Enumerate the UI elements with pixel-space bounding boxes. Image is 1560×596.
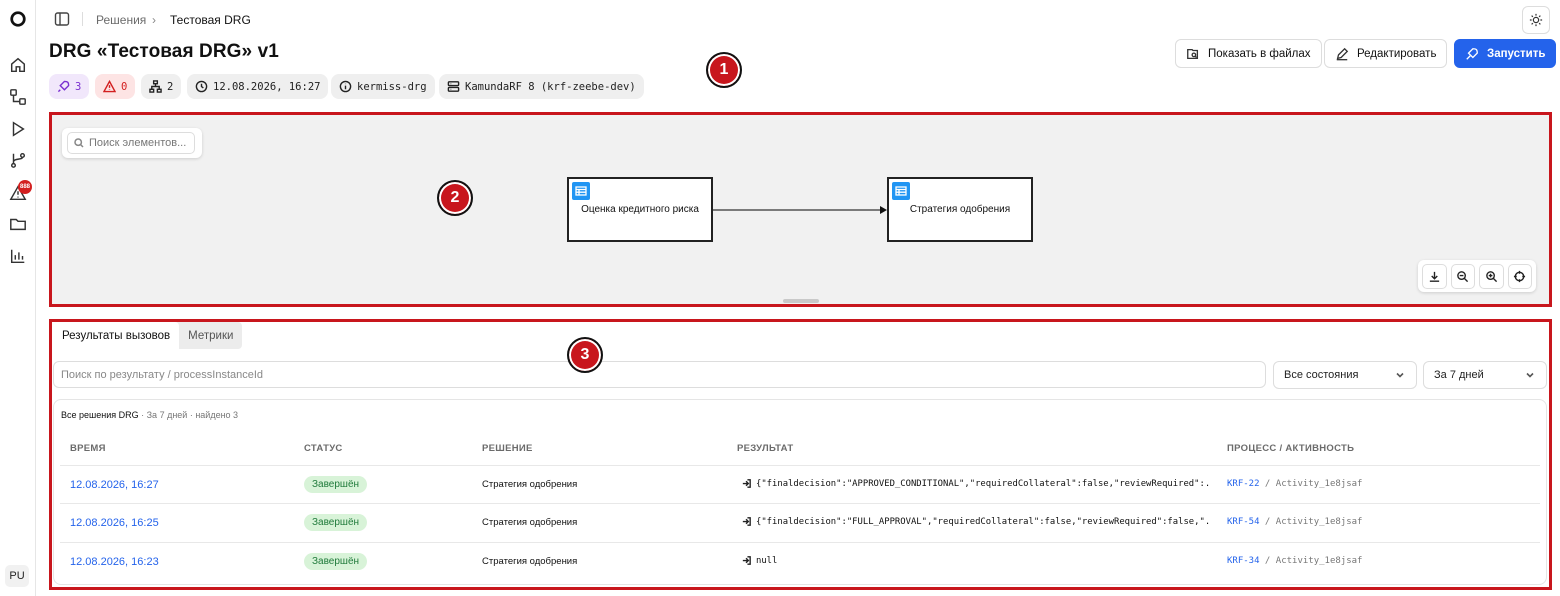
annotation-marker: 3: [567, 337, 603, 373]
annotation-marker: 1: [706, 52, 742, 88]
annotation-frame: [49, 112, 1552, 307]
annotation-frame: [49, 319, 1552, 590]
annotation-marker: 2: [437, 180, 473, 216]
